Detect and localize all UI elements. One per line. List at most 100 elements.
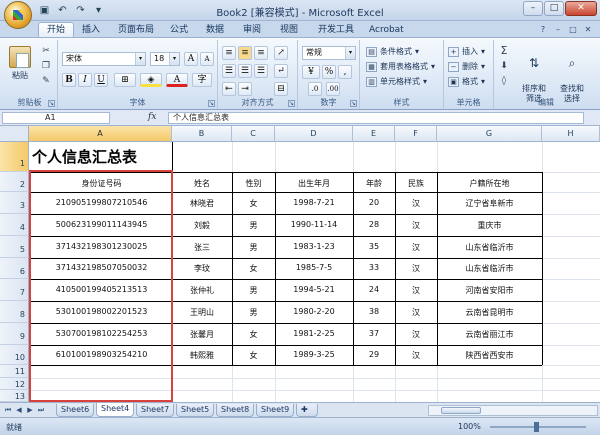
- tab-home[interactable]: 开始: [38, 22, 75, 38]
- row-header[interactable]: 11: [0, 365, 29, 378]
- paste-button[interactable]: 粘贴: [6, 46, 34, 81]
- sheet-tab-active[interactable]: Sheet4: [96, 403, 135, 417]
- row-header[interactable]: 8: [0, 301, 29, 323]
- font-color-icon[interactable]: A: [166, 73, 188, 87]
- wrap-text-icon[interactable]: ↵: [274, 64, 288, 78]
- orientation-icon[interactable]: ↗: [274, 46, 288, 60]
- maximize-button[interactable]: □: [544, 1, 564, 16]
- hometown-cell[interactable]: 河南省安阳市: [437, 285, 542, 296]
- birth-cell[interactable]: 1981-2-25: [275, 329, 353, 338]
- name-cell[interactable]: 张三: [172, 242, 232, 253]
- fill-icon[interactable]: ⬇: [498, 61, 510, 71]
- delete-cells-button[interactable]: − 删除 ▾: [448, 61, 485, 72]
- ethnicity-cell[interactable]: 汉: [395, 285, 437, 296]
- ribbon-restore-icon[interactable]: □: [567, 24, 579, 35]
- tab-view[interactable]: 视图: [280, 23, 298, 37]
- birth-cell[interactable]: 1980-2-20: [275, 307, 353, 316]
- conditional-format-button[interactable]: ▤ 条件格式 ▾: [366, 46, 419, 57]
- name-cell[interactable]: 刘毅: [172, 220, 232, 231]
- row-header[interactable]: 2: [0, 172, 29, 192]
- border-icon[interactable]: ⊞: [114, 73, 136, 87]
- ribbon-close-icon[interactable]: ✕: [582, 24, 594, 35]
- hometown-cell[interactable]: 陕西省西安市: [437, 350, 542, 361]
- hometown-cell[interactable]: 重庆市: [437, 220, 542, 231]
- number-format-combo[interactable]: 常规 ▾: [302, 46, 356, 60]
- name-cell[interactable]: 张馨月: [172, 329, 232, 340]
- ribbon-minimize-icon[interactable]: –: [552, 24, 564, 35]
- prev-sheet-icon[interactable]: ◀: [14, 405, 24, 415]
- grow-font-icon[interactable]: A: [184, 52, 198, 66]
- birth-cell[interactable]: 1989-3-25: [275, 350, 353, 359]
- name-cell[interactable]: 林晓君: [172, 198, 232, 209]
- bold-button[interactable]: B: [62, 73, 76, 87]
- column-header-g[interactable]: G: [437, 126, 542, 142]
- birth-cell[interactable]: 1985-7-5: [275, 263, 353, 272]
- column-header-a[interactable]: A: [29, 126, 172, 142]
- header-cell[interactable]: 性别: [232, 178, 275, 189]
- align-middle-icon[interactable]: ≡: [238, 46, 252, 60]
- age-cell[interactable]: 38: [353, 307, 395, 316]
- autosum-icon[interactable]: Σ: [498, 45, 510, 56]
- gender-cell[interactable]: 女: [232, 329, 275, 340]
- merge-center-icon[interactable]: ⊟: [274, 82, 288, 96]
- sheet-tab[interactable]: Sheet7: [136, 404, 175, 417]
- insert-cells-button[interactable]: + 插入 ▾: [448, 46, 485, 57]
- hometown-cell[interactable]: 山东省临沂市: [437, 242, 542, 253]
- birth-cell[interactable]: 1998-7-21: [275, 198, 353, 207]
- ethnicity-cell[interactable]: 汉: [395, 350, 437, 361]
- first-sheet-icon[interactable]: ⏮: [3, 405, 13, 415]
- sheet-tab[interactable]: Sheet9: [256, 404, 295, 417]
- header-cell[interactable]: 出生年月: [275, 178, 353, 189]
- age-cell[interactable]: 24: [353, 285, 395, 294]
- row-header[interactable]: 3: [0, 192, 29, 214]
- name-box[interactable]: A1: [2, 112, 110, 124]
- sheet-tab[interactable]: Sheet6: [56, 404, 95, 417]
- copy-icon[interactable]: ❐: [40, 61, 52, 71]
- align-center-icon[interactable]: ☰: [238, 64, 252, 78]
- clear-icon[interactable]: ◊: [498, 76, 510, 86]
- align-top-icon[interactable]: ≡: [222, 46, 236, 60]
- select-all-corner[interactable]: [0, 126, 29, 142]
- number-launcher-icon[interactable]: ↘: [350, 100, 357, 107]
- phonetic-icon[interactable]: 字: [192, 73, 212, 87]
- ethnicity-cell[interactable]: 汉: [395, 307, 437, 318]
- tab-review[interactable]: 审阅: [243, 23, 261, 37]
- gender-cell[interactable]: 女: [232, 198, 275, 209]
- age-cell[interactable]: 20: [353, 198, 395, 207]
- worksheet-grid[interactable]: A B C D E F G H 1 2 3 4 5 6 7 8 9 10 11 …: [0, 126, 600, 402]
- insert-sheet-icon[interactable]: ✚: [296, 404, 318, 417]
- insert-function-icon[interactable]: fx: [148, 112, 156, 122]
- tab-acrobat[interactable]: Acrobat: [369, 23, 404, 37]
- font-size-combo[interactable]: 18 ▾: [150, 52, 180, 66]
- format-painter-icon[interactable]: ✎: [40, 76, 52, 86]
- decrease-indent-icon[interactable]: ⇤: [222, 82, 236, 96]
- zoom-slider[interactable]: [490, 422, 586, 432]
- hometown-cell[interactable]: 辽宁省阜新市: [437, 198, 542, 209]
- column-header-f[interactable]: F: [395, 126, 437, 142]
- increase-indent-icon[interactable]: ⇥: [238, 82, 252, 96]
- hometown-cell[interactable]: 山东省临沂市: [437, 263, 542, 274]
- birth-cell[interactable]: 1983-1-23: [275, 242, 353, 251]
- alignment-launcher-icon[interactable]: ↘: [288, 100, 295, 107]
- birth-cell[interactable]: 1990-11-14: [275, 220, 353, 229]
- align-left-icon[interactable]: ☰: [222, 64, 236, 78]
- fill-color-icon[interactable]: ◈: [140, 73, 162, 87]
- decrease-decimal-icon[interactable]: .00: [326, 82, 340, 96]
- font-name-combo[interactable]: 宋体 ▾: [62, 52, 146, 66]
- cut-icon[interactable]: ✂: [40, 46, 52, 56]
- last-sheet-icon[interactable]: ⏭: [36, 405, 46, 415]
- ethnicity-cell[interactable]: 汉: [395, 220, 437, 231]
- horizontal-scrollbar[interactable]: [428, 405, 598, 416]
- underline-button[interactable]: U: [94, 73, 108, 87]
- help-icon[interactable]: ?: [537, 24, 549, 35]
- tab-insert[interactable]: 插入: [82, 23, 100, 37]
- row-header[interactable]: 7: [0, 279, 29, 301]
- row-header[interactable]: 5: [0, 236, 29, 258]
- clipboard-launcher-icon[interactable]: ↘: [48, 100, 55, 107]
- gender-cell[interactable]: 女: [232, 350, 275, 361]
- gender-cell[interactable]: 男: [232, 242, 275, 253]
- comma-button[interactable]: ,: [338, 65, 352, 79]
- age-cell[interactable]: 28: [353, 220, 395, 229]
- row-header[interactable]: 9: [0, 323, 29, 345]
- row-header[interactable]: 10: [0, 345, 29, 365]
